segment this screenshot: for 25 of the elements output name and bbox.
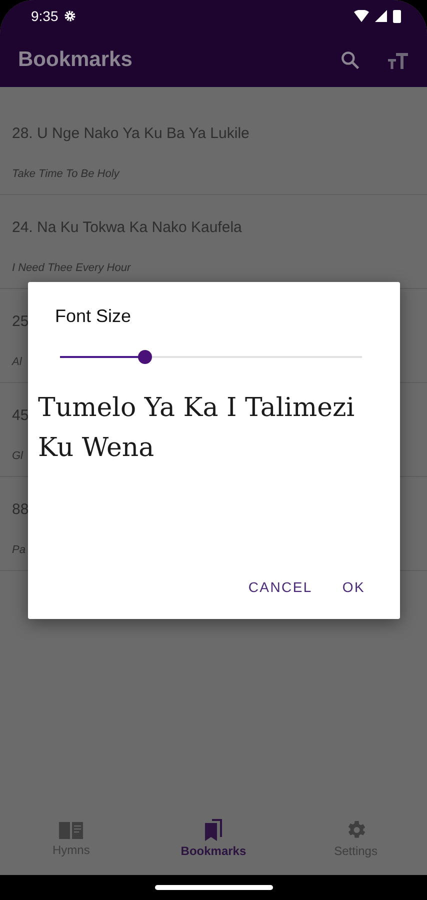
hymn-subtitle: I Need Thee Every Hour: [12, 262, 131, 274]
dialog-button[interactable]: OK: [334, 573, 373, 601]
hymn-title: 28. U Nge Nako Ya Ku Ba Ya Lukile: [12, 125, 250, 142]
gear-icon: [64, 10, 76, 22]
hymn-subtitle: Pa: [12, 544, 26, 556]
nav-tab[interactable]: Bookmarks: [163, 816, 264, 858]
bookmark-row[interactable]: 28. U Nge Nako Ya Ku Ba Ya Lukile Take Time To Be Holy: [0, 101, 427, 195]
hymn-title: 24. Na Ku Tokwa Ka Nako Kaufela: [12, 219, 242, 236]
status-time: 9:35: [31, 8, 58, 24]
dialog-button[interactable]: CANCEL: [240, 573, 320, 601]
wifi-icon: [354, 10, 369, 22]
signal-icon: [375, 10, 387, 22]
hymn-title: 88: [12, 501, 29, 518]
hymn-subtitle: Take Time To Be Holy: [12, 168, 120, 180]
bookmarks-icon: [202, 818, 224, 842]
hymn-title: 45: [12, 407, 29, 424]
hymn-subtitle: Gl: [12, 450, 23, 462]
app-bar-title: Bookmarks: [18, 48, 134, 72]
slider-thumb[interactable]: [138, 350, 152, 364]
preview-text: Tumelo Ya Ka I Talimezi Ku Wena: [38, 392, 356, 465]
hymn-subtitle: Al: [12, 356, 22, 368]
battery-icon: [393, 9, 401, 23]
search-icon[interactable]: [339, 48, 361, 70]
hymn-title: 25: [12, 313, 29, 330]
dialog-title: Font Size: [55, 306, 132, 327]
